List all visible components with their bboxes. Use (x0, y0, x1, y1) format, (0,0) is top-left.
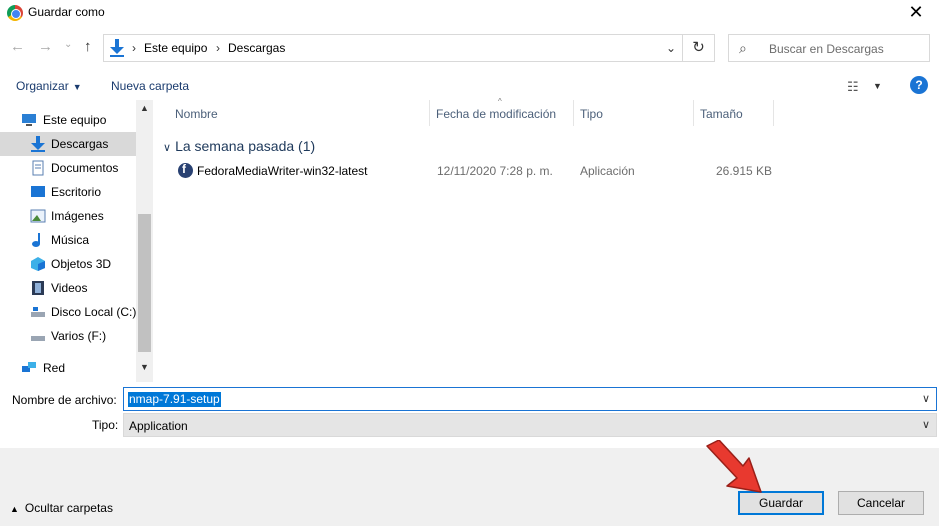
file-row[interactable]: FedoraMediaWriter-win32-latest 12/11/202… (170, 159, 780, 183)
help-icon[interactable]: ? (910, 76, 928, 94)
caret-up-icon: ▲ (10, 504, 19, 514)
filename-label: Nombre de archivo: (12, 393, 117, 407)
hide-folders-toggle[interactable]: ▲ Ocultar carpetas (10, 501, 113, 515)
refresh-button[interactable]: ↻ (683, 34, 715, 62)
caret-down-icon[interactable]: ▼ (873, 81, 882, 91)
organize-label: Organizar (16, 79, 69, 93)
column-date[interactable]: Fecha de modificación (430, 100, 574, 126)
title-bar: Guardar como ✕ (0, 0, 939, 26)
sidebar-item-label: Varios (F:) (51, 329, 107, 343)
column-name[interactable]: Nombre (160, 100, 430, 126)
network-icon (22, 362, 36, 372)
sidebar-item-label: Disco Local (C:) (51, 305, 137, 319)
address-bar[interactable]: › Este equipo › Descargas ⌄ (103, 34, 683, 62)
breadcrumb-separator: › (216, 41, 220, 55)
type-value: Application (129, 419, 188, 433)
sidebar-item-musica[interactable]: Música (0, 228, 136, 252)
breadcrumb-este-equipo[interactable]: Este equipo (144, 41, 207, 55)
desktop-icon (31, 186, 45, 197)
sidebar-item-imagenes[interactable]: Imágenes (0, 204, 136, 228)
hide-folders-label: Ocultar carpetas (24, 501, 113, 515)
chevron-down-icon: ∨ (163, 142, 172, 154)
navigation-pane: Este equipo Descargas Documentos Escrito… (0, 100, 153, 382)
sidebar-item-label: Videos (51, 281, 88, 295)
downloads-icon (31, 136, 45, 152)
3d-objects-icon (31, 257, 45, 271)
scroll-up-icon[interactable]: ▲ (140, 103, 149, 113)
new-folder-button[interactable]: Nueva carpeta (111, 79, 189, 93)
breadcrumb-separator: › (132, 41, 136, 55)
file-list-header: ^ Nombre Fecha de modificación Tipo Tama… (160, 97, 939, 126)
sidebar-item-label: Red (43, 361, 66, 375)
documents-icon (32, 160, 44, 176)
view-options-icon[interactable]: ☷ (847, 79, 859, 95)
type-label: Tipo: (92, 418, 119, 432)
column-type[interactable]: Tipo (574, 100, 694, 126)
scroll-down-icon[interactable]: ▼ (140, 362, 149, 372)
type-select[interactable]: Application ∨ (123, 413, 937, 437)
organize-menu[interactable]: Organizar ▼ (16, 79, 82, 93)
up-arrow-icon[interactable]: ↑ (84, 39, 92, 55)
sidebar-item-label: Documentos (51, 161, 119, 175)
chevron-down-icon[interactable]: ∨ (922, 392, 930, 405)
sidebar-item-varios[interactable]: Varios (F:) (0, 324, 136, 348)
dialog-footer: ▲ Ocultar carpetas Guardar Cancelar (0, 448, 939, 526)
back-arrow-icon[interactable]: ← (10, 39, 25, 55)
videos-icon (32, 281, 44, 295)
annotation-arrow-icon (706, 440, 762, 493)
local-disk-icon (31, 307, 45, 317)
sidebar-item-red[interactable]: Red (0, 356, 136, 380)
music-icon (32, 233, 40, 247)
sidebar-item-escritorio[interactable]: Escritorio (0, 180, 136, 204)
file-date: 12/11/2020 7:28 p. m. (437, 164, 553, 178)
sidebar-item-label: Objetos 3D (51, 257, 112, 271)
sidebar-item-disco-local[interactable]: Disco Local (C:) (0, 300, 136, 324)
close-icon[interactable]: ✕ (893, 0, 939, 26)
scrollbar-thumb[interactable] (138, 214, 151, 352)
sidebar-item-videos[interactable]: Videos (0, 276, 136, 300)
column-size[interactable]: Tamaño (694, 100, 774, 126)
breadcrumb-descargas[interactable]: Descargas (228, 41, 285, 55)
search-icon: ⌕ (739, 40, 747, 56)
filename-value: nmap-7.91-setup (128, 392, 221, 407)
command-bar: Organizar ▼ Nueva carpeta ☷ ▼ ? (0, 70, 939, 100)
sidebar-item-este-equipo[interactable]: Este equipo (0, 108, 136, 132)
pictures-icon (30, 209, 46, 223)
window-title: Guardar como (28, 5, 105, 19)
cancel-button[interactable]: Cancelar (838, 491, 924, 515)
downloads-icon (110, 39, 124, 57)
group-header[interactable]: ∨ La semana pasada (1) (163, 138, 315, 154)
sidebar-item-descargas[interactable]: Descargas (0, 132, 136, 156)
recent-locations-icon[interactable]: ⌄ (64, 37, 72, 53)
group-label: La semana pasada (1) (175, 138, 316, 154)
search-placeholder: Buscar en Descargas (769, 42, 884, 56)
navigation-bar: ← → ⌄ ↑ › Este equipo › Descargas ⌄ ↻ ⌕ … (0, 30, 939, 66)
caret-down-icon: ▼ (72, 82, 82, 92)
sidebar-item-label: Descargas (51, 137, 109, 151)
search-box[interactable]: ⌕ Buscar en Descargas (728, 34, 930, 62)
sidebar-item-objetos-3d[interactable]: Objetos 3D (0, 252, 136, 276)
chevron-down-icon: ∨ (921, 419, 930, 431)
sidebar-item-label: Este equipo (43, 113, 107, 127)
file-size: 26.915 KB (716, 164, 773, 178)
sidebar-item-label: Música (51, 233, 90, 247)
fedora-app-icon (178, 162, 193, 178)
forward-arrow-icon[interactable]: → (38, 39, 53, 55)
computer-icon (22, 114, 36, 126)
chevron-down-icon[interactable]: ⌄ (666, 41, 676, 55)
sidebar-item-label: Escritorio (51, 185, 102, 199)
filename-input[interactable]: nmap-7.91-setup ∨ (123, 387, 937, 411)
drive-icon (31, 336, 45, 341)
file-type: Aplicación (580, 164, 635, 178)
sidebar-item-documentos[interactable]: Documentos (0, 156, 136, 180)
file-name: FedoraMediaWriter-win32-latest (197, 164, 368, 178)
chrome-icon (7, 5, 23, 21)
sidebar-item-label: Imágenes (51, 209, 104, 223)
